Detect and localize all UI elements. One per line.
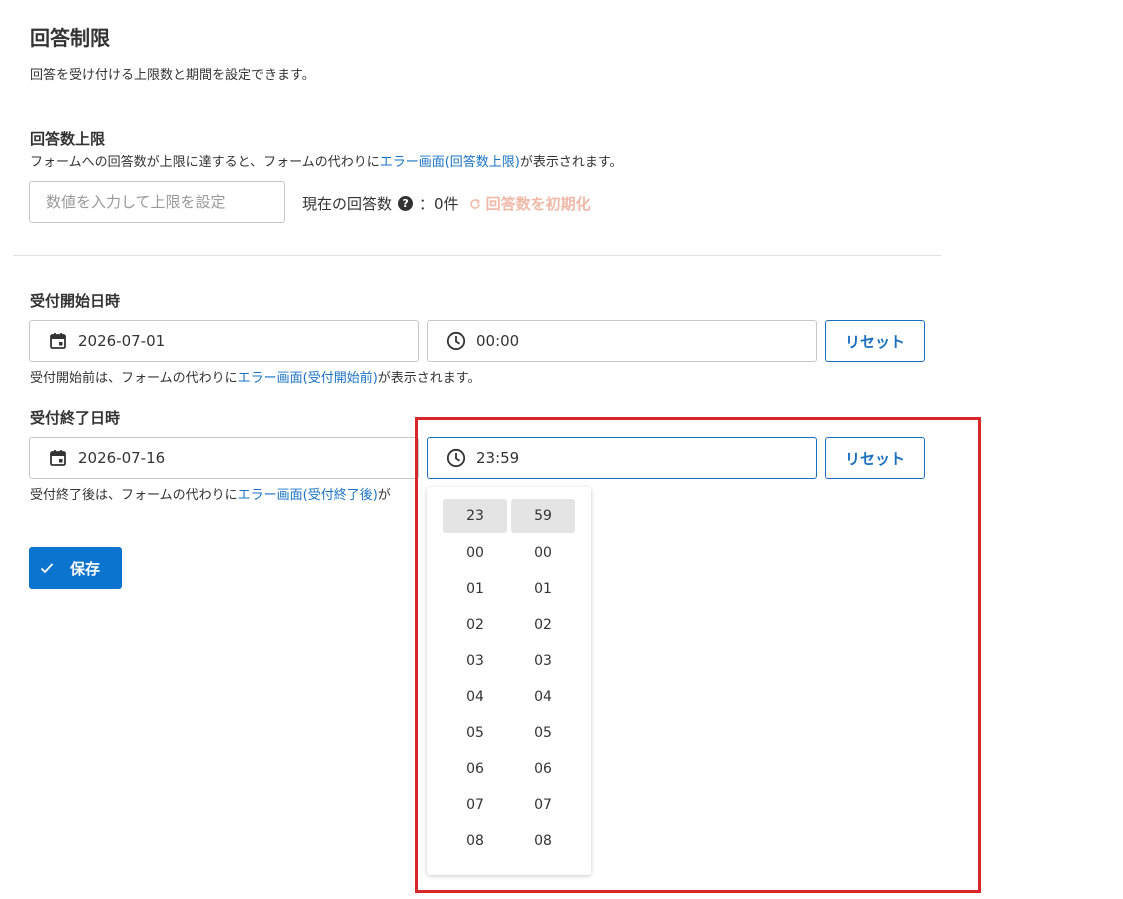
limit-description: フォームへの回答数が上限に達すると、フォームの代わりにエラー画面(回答数上限)が… [30,154,623,172]
limit-input-wrapper [29,181,285,223]
start-date-input[interactable]: 2026-07-01 [29,320,419,362]
calendar-icon [48,448,68,468]
check-icon [40,562,54,574]
clock-icon [446,331,466,351]
current-count-label: 現在の回答数 [302,195,393,213]
start-heading: 受付開始日時 [30,292,121,310]
end-date-input[interactable]: 2026-07-16 [29,437,419,479]
end-desc-suffix: が [377,488,391,503]
end-description: 受付終了後は、フォームの代わりにエラー画面(受付終了後)が [30,487,391,505]
limit-error-link[interactable]: エラー画面(回答数上限) [380,155,520,170]
reset-count-button[interactable]: 回答数を初期化 [469,193,591,214]
start-error-link[interactable]: エラー画面(受付開始前) [238,371,378,386]
highlight-box [415,417,981,893]
refresh-icon [469,198,481,210]
start-time-input[interactable]: 00:00 [427,320,817,362]
limit-heading: 回答数上限 [30,130,106,148]
start-desc-suffix: が表示されます。 [377,371,481,386]
save-label: 保存 [70,559,101,578]
start-description: 受付開始前は、フォームの代わりにエラー画面(受付開始前)が表示されます。 [30,370,480,388]
start-desc-text: 受付開始前は、フォームの代わりに [30,371,238,386]
end-heading: 受付終了日時 [30,409,121,427]
page-description: 回答を受け付ける上限数と期間を設定できます。 [30,68,315,83]
end-error-link[interactable]: エラー画面(受付終了後) [238,488,378,503]
start-date-value: 2026-07-01 [78,332,166,350]
limit-desc-suffix: が表示されます。 [519,155,623,170]
reset-count-label: 回答数を初期化 [485,195,591,213]
page-title: 回答制限 [30,26,110,50]
current-count: 現在の回答数 ? ：0件 回答数を初期化 [302,193,591,214]
end-desc-text: 受付終了後は、フォームの代わりに [30,488,238,503]
limit-desc-text: フォームへの回答数が上限に達すると、フォームの代わりに [30,155,380,170]
section-divider [13,255,941,256]
question-circle-icon[interactable]: ? [398,196,414,211]
calendar-icon [48,331,68,351]
save-button[interactable]: 保存 [29,547,122,589]
start-time-value: 00:00 [476,332,520,350]
end-date-value: 2026-07-16 [78,449,166,467]
current-count-value: ：0件 [419,195,459,213]
limit-input[interactable] [30,182,284,222]
start-reset-button[interactable]: リセット [825,320,925,362]
